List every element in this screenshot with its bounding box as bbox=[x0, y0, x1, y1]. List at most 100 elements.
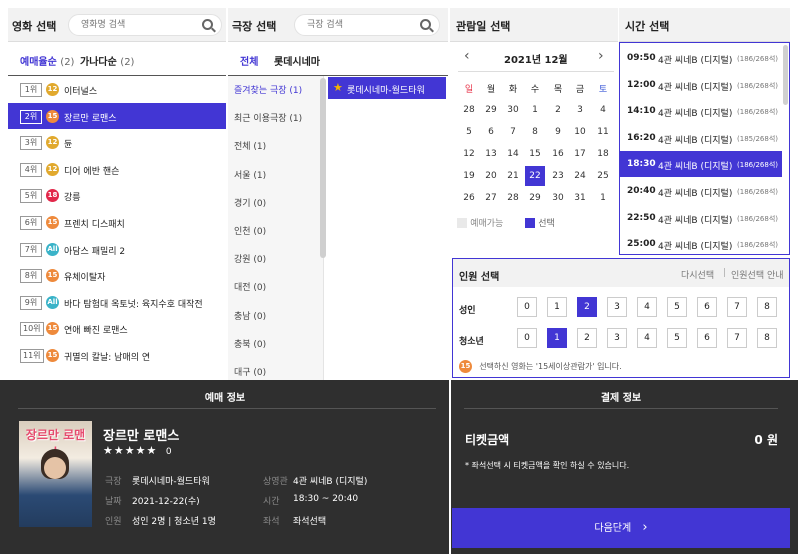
movie-list-item[interactable]: 11위 15 귀멸의 칼날: 남매의 연 bbox=[8, 342, 226, 368]
prev-month-button[interactable]: ‹ bbox=[464, 48, 470, 64]
showtime-item[interactable]: 20:40 4관 씨네B (디지털) (186/268석) bbox=[620, 178, 782, 204]
calendar-day[interactable]: 16 bbox=[548, 144, 568, 164]
calendar-day[interactable]: 12 bbox=[459, 144, 479, 164]
next-month-button[interactable]: › bbox=[598, 48, 604, 64]
adult-count-4[interactable]: 4 bbox=[637, 297, 657, 317]
adult-count-2[interactable]: 2 bbox=[577, 297, 597, 317]
sort-alphabetical[interactable]: 가나다순 (2) bbox=[80, 53, 134, 68]
adult-count-5[interactable]: 5 bbox=[667, 297, 687, 317]
calendar-day[interactable]: 27 bbox=[481, 188, 501, 208]
adult-count-0[interactable]: 0 bbox=[517, 297, 537, 317]
adult-count-6[interactable]: 6 bbox=[697, 297, 717, 317]
calendar-day[interactable]: 22 bbox=[525, 166, 545, 186]
calendar-day[interactable]: 3 bbox=[570, 100, 590, 120]
calendar-day[interactable]: 28 bbox=[503, 188, 523, 208]
theater-search-box[interactable] bbox=[294, 14, 440, 36]
movie-search-input[interactable] bbox=[69, 15, 179, 35]
adult-count-8[interactable]: 8 bbox=[757, 297, 777, 317]
calendar-day[interactable]: 13 bbox=[481, 144, 501, 164]
adult-count-3[interactable]: 3 bbox=[607, 297, 627, 317]
calendar-day[interactable]: 26 bbox=[459, 188, 479, 208]
youth-count-7[interactable]: 7 bbox=[727, 328, 747, 348]
region-scrollbar[interactable] bbox=[320, 78, 326, 258]
region-item[interactable]: 대전 (0) bbox=[234, 280, 266, 293]
calendar-day[interactable]: 18 bbox=[593, 144, 613, 164]
search-icon[interactable] bbox=[420, 19, 431, 30]
movie-list-item[interactable]: 8위 15 유체이탈자 bbox=[8, 262, 226, 288]
calendar-day[interactable]: 24 bbox=[570, 166, 590, 186]
region-item[interactable]: 충남 (0) bbox=[234, 309, 266, 322]
search-icon[interactable] bbox=[202, 19, 213, 30]
region-item[interactable]: 전체 (1) bbox=[234, 139, 266, 152]
adult-count-7[interactable]: 7 bbox=[727, 297, 747, 317]
selected-theater[interactable]: ★ 롯데시네마-월드타워 bbox=[328, 77, 446, 99]
youth-count-1[interactable]: 1 bbox=[547, 328, 567, 348]
movie-list-item[interactable]: 1위 12 이터널스 bbox=[8, 76, 226, 102]
calendar-day[interactable]: 7 bbox=[503, 122, 523, 142]
calendar-day[interactable]: 1 bbox=[593, 188, 613, 208]
tab-lotte-cinema[interactable]: 롯데시네마 bbox=[274, 53, 320, 68]
movie-list-item[interactable]: 7위 All 아담스 패밀리 2 bbox=[8, 236, 226, 262]
calendar-day[interactable]: 15 bbox=[525, 144, 545, 164]
calendar-day[interactable]: 31 bbox=[570, 188, 590, 208]
adult-count-1[interactable]: 1 bbox=[547, 297, 567, 317]
calendar-day[interactable]: 2 bbox=[548, 100, 568, 120]
next-step-button[interactable]: 다음단계 › bbox=[452, 508, 790, 548]
calendar-day[interactable]: 4 bbox=[593, 100, 613, 120]
youth-count-8[interactable]: 8 bbox=[757, 328, 777, 348]
time-scrollbar[interactable] bbox=[783, 45, 788, 105]
calendar-day[interactable]: 30 bbox=[548, 188, 568, 208]
region-item[interactable]: 서울 (1) bbox=[234, 168, 266, 181]
movie-list-item[interactable]: 5위 18 강릉 bbox=[8, 182, 226, 208]
movie-list-item[interactable]: 4위 12 디어 에반 핸슨 bbox=[8, 156, 226, 182]
calendar-day[interactable]: 8 bbox=[525, 122, 545, 142]
youth-count-0[interactable]: 0 bbox=[517, 328, 537, 348]
calendar-day[interactable]: 19 bbox=[459, 166, 479, 186]
region-item[interactable]: 경기 (0) bbox=[234, 196, 266, 209]
youth-count-5[interactable]: 5 bbox=[667, 328, 687, 348]
region-item[interactable]: 최근 이용극장 (1) bbox=[234, 111, 302, 124]
youth-count-2[interactable]: 2 bbox=[577, 328, 597, 348]
calendar-day[interactable]: 9 bbox=[548, 122, 568, 142]
calendar-day[interactable]: 28 bbox=[459, 100, 479, 120]
calendar-day[interactable]: 29 bbox=[525, 188, 545, 208]
calendar-day[interactable]: 25 bbox=[593, 166, 613, 186]
theater-search-input[interactable] bbox=[295, 15, 405, 35]
movie-list-item[interactable]: 9위 All 바다 탐험대 옥토넛: 육지수호 대작전 bbox=[8, 289, 226, 315]
calendar-day[interactable]: 14 bbox=[503, 144, 523, 164]
showtime-item[interactable]: 25:00 4관 씨네B (디지털) (186/268석) bbox=[620, 231, 782, 257]
movie-list-item[interactable]: 6위 15 프렌치 디스패치 bbox=[8, 209, 226, 235]
tab-all[interactable]: 전체 bbox=[240, 53, 258, 68]
calendar-day[interactable]: 11 bbox=[593, 122, 613, 142]
youth-count-4[interactable]: 4 bbox=[637, 328, 657, 348]
calendar-day[interactable]: 23 bbox=[548, 166, 568, 186]
movie-list-item[interactable]: 10위 15 연애 빠진 로맨스 bbox=[8, 315, 226, 341]
movie-list-item[interactable]: 2위 15 장르만 로맨스 bbox=[8, 102, 226, 129]
calendar-day[interactable]: 29 bbox=[481, 100, 501, 120]
showtime-item[interactable]: 09:50 4관 씨네B (디지털) (186/268석) bbox=[620, 45, 782, 71]
showtime-item[interactable]: 16:20 4관 씨네B (디지털) (185/268석) bbox=[620, 125, 782, 151]
region-item[interactable]: 강원 (0) bbox=[234, 252, 266, 265]
people-guide-link[interactable]: 인원선택 안내 bbox=[731, 268, 784, 281]
calendar-day[interactable]: 1 bbox=[525, 100, 545, 120]
showtime-item[interactable]: 14:10 4관 씨네B (디지털) (186/268석) bbox=[620, 98, 782, 124]
movie-search-box[interactable] bbox=[68, 14, 222, 36]
calendar-day[interactable]: 20 bbox=[481, 166, 501, 186]
sort-booking-rate[interactable]: 예매율순 (2) bbox=[20, 53, 74, 68]
youth-count-6[interactable]: 6 bbox=[697, 328, 717, 348]
youth-count-3[interactable]: 3 bbox=[607, 328, 627, 348]
calendar-day[interactable]: 30 bbox=[503, 100, 523, 120]
calendar-day[interactable]: 10 bbox=[570, 122, 590, 142]
region-item[interactable]: 충북 (0) bbox=[234, 337, 266, 350]
region-item[interactable]: 인천 (0) bbox=[234, 224, 266, 237]
showtime-item[interactable]: 12:00 4관 씨네B (디지털) (186/268석) bbox=[620, 72, 782, 98]
movie-list-item[interactable]: 3위 12 듄 bbox=[8, 129, 226, 155]
region-item[interactable]: 즐겨찾는 극장 (1) bbox=[234, 83, 302, 96]
calendar-day[interactable]: 17 bbox=[570, 144, 590, 164]
showtime-item[interactable]: 18:30 4관 씨네B (디지털) (186/268석) bbox=[620, 151, 782, 178]
reselect-link[interactable]: 다시선택 bbox=[681, 268, 714, 281]
calendar-day[interactable]: 6 bbox=[481, 122, 501, 142]
showtime-item[interactable]: 22:50 4관 씨네B (디지털) (186/268석) bbox=[620, 205, 782, 231]
calendar-day[interactable]: 21 bbox=[503, 166, 523, 186]
calendar-day[interactable]: 5 bbox=[459, 122, 479, 142]
